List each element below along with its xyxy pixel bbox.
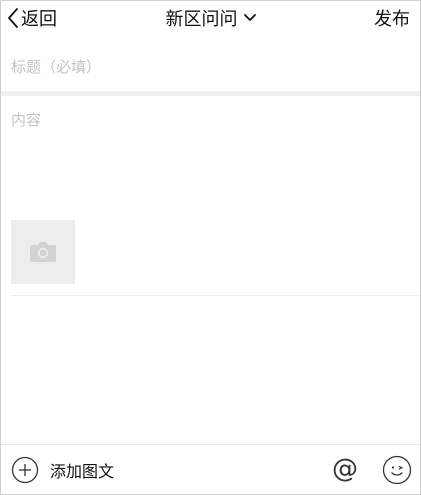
chevron-down-icon [243,14,256,21]
mention-button[interactable]: @ [332,454,358,484]
bottom-toolbar: 添加图文 @ [1,444,420,494]
plus-circle-icon [11,456,39,484]
content-input[interactable] [1,99,420,209]
title-input[interactable] [1,43,420,91]
smiley-icon [382,455,412,485]
content-divider [11,295,420,296]
emoji-button[interactable] [382,455,412,489]
section-selector[interactable]: 新区问问 [1,5,420,31]
section-divider [1,91,420,96]
header: 返回 新区问问 发布 [1,1,420,39]
add-media-button[interactable]: 添加图文 [11,455,114,485]
add-media-label: 添加图文 [50,462,115,481]
publish-button[interactable]: 发布 [374,5,410,31]
add-photo-button[interactable] [11,220,75,284]
camera-icon [30,242,56,262]
page-title: 新区问问 [165,9,238,30]
